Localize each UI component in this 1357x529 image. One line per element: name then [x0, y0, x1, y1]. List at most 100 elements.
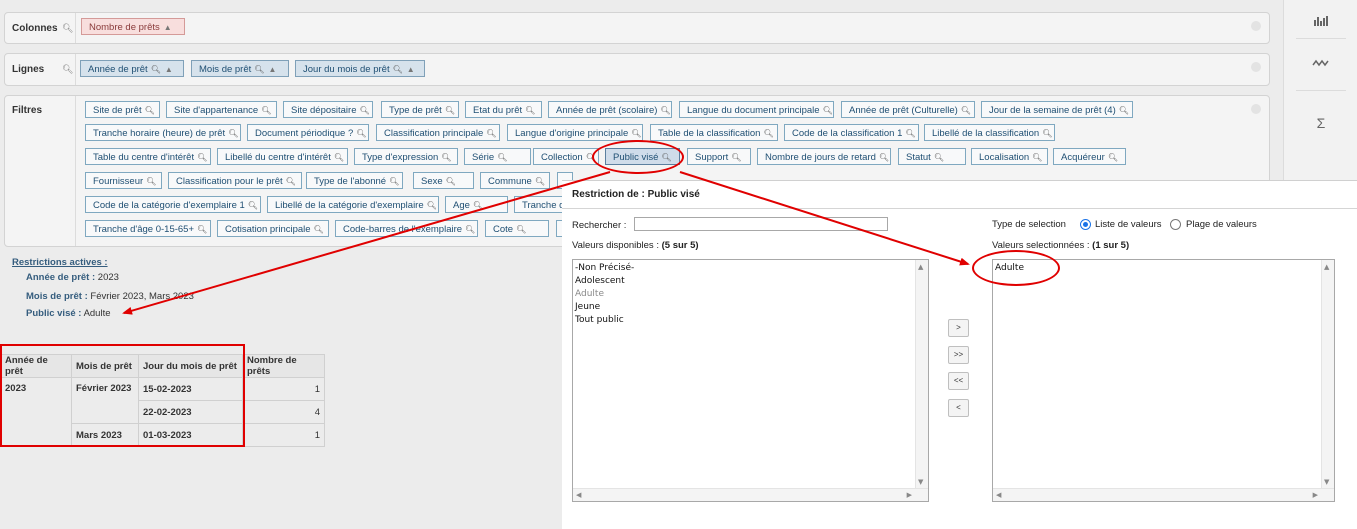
- filter-chip[interactable]: Classification principale 🔍︎: [376, 124, 500, 141]
- filter-chip[interactable]: Code de la classification 1 🔍︎: [784, 124, 919, 141]
- filter-chip[interactable]: Libellé du centre d'intérêt 🔍︎: [217, 148, 348, 165]
- filter-chip[interactable]: Libellé de la classification 🔍︎: [924, 124, 1055, 141]
- bar-chart-icon[interactable]: [1284, 14, 1357, 29]
- filter-chip[interactable]: Type de prêt 🔍︎: [381, 101, 459, 118]
- add-all-button[interactable]: >>: [948, 346, 969, 364]
- zoom-icon[interactable]: 🔍︎: [261, 106, 271, 115]
- zoom-icon[interactable]: 🔍︎: [314, 225, 324, 234]
- filter-chip[interactable]: Tranche d'âge 0-15-65+ 🔍︎: [85, 220, 211, 237]
- filter-chip[interactable]: Collection 🔍︎: [533, 148, 599, 165]
- scroll-left-icon[interactable]: ◀︎: [996, 491, 1001, 499]
- line-chart-icon[interactable]: [1284, 56, 1357, 71]
- zoom-icon[interactable]: 🔍︎: [905, 129, 915, 138]
- zoom-icon[interactable]: 🔍︎: [441, 153, 451, 162]
- scroll-right-icon[interactable]: ▶︎: [907, 491, 912, 499]
- zoom-icon[interactable]: 🔍︎: [197, 225, 207, 234]
- sort-icon[interactable]: ▲︎: [268, 65, 276, 74]
- remove-icon[interactable]: [1251, 62, 1261, 72]
- zoom-icon[interactable]: 🔍︎: [879, 153, 889, 162]
- list-item[interactable]: Adolescent: [573, 275, 928, 288]
- zoom-icon[interactable]: 🔍︎: [1032, 153, 1042, 162]
- filter-chip[interactable]: Langue d'origine principale 🔍︎: [507, 124, 643, 141]
- selected-values-list[interactable]: Adulte ▲︎ ▼︎ ◀︎ ▶︎: [992, 259, 1335, 502]
- filter-chip[interactable]: Document périodique ? 🔍︎: [247, 124, 369, 141]
- filter-chip[interactable]: Libellé de la catégorie d'exemplaire 🔍︎: [267, 196, 439, 213]
- search-icon[interactable]: 🔍︎: [62, 23, 73, 34]
- filter-chip[interactable]: Année de prêt (scolaire) 🔍︎: [548, 101, 672, 118]
- filter-chip[interactable]: Classification pour le prêt 🔍︎: [168, 172, 302, 189]
- zoom-icon[interactable]: 🔍︎: [146, 177, 156, 186]
- zoom-icon[interactable]: 🔍︎: [356, 129, 366, 138]
- scroll-up-icon[interactable]: ▲︎: [1324, 263, 1329, 271]
- remove-all-button[interactable]: <<: [948, 372, 969, 390]
- zoom-icon[interactable]: 🔍︎: [823, 106, 833, 115]
- filter-chip[interactable]: Type de l'abonné 🔍︎: [306, 172, 403, 189]
- zoom-icon[interactable]: 🔍︎: [254, 65, 264, 74]
- remove-icon[interactable]: [1251, 21, 1261, 31]
- radio-list-of-values[interactable]: [1080, 219, 1091, 230]
- zoom-icon[interactable]: 🔍︎: [248, 201, 258, 210]
- filter-chip[interactable]: Etat du prêt 🔍︎: [465, 101, 542, 118]
- vertical-scrollbar[interactable]: ▲︎ ▼︎: [1321, 260, 1334, 489]
- radio-list-label[interactable]: Liste de valeurs: [1095, 219, 1162, 230]
- filter-chip[interactable]: Code-barres de l'exemplaire 🔍︎: [335, 220, 478, 237]
- filter-chip[interactable]: Sexe 🔍︎: [413, 172, 474, 189]
- filter-chip[interactable]: Site d'appartenance 🔍︎: [166, 101, 277, 118]
- zoom-icon[interactable]: 🔍︎: [731, 153, 741, 162]
- zoom-icon[interactable]: 🔍︎: [393, 65, 403, 74]
- horizontal-scrollbar[interactable]: ◀︎ ▶︎: [573, 488, 928, 501]
- radio-value-range[interactable]: [1170, 219, 1181, 230]
- filter-chip[interactable]: Tranche d'🔍︎: [514, 196, 567, 213]
- zoom-icon[interactable]: 🔍︎: [473, 201, 483, 210]
- filter-chip[interactable]: Support 🔍︎: [687, 148, 751, 165]
- sort-icon[interactable]: ▲︎: [407, 65, 415, 74]
- zoom-icon[interactable]: 🔍︎: [1119, 106, 1129, 115]
- filter-chip[interactable]: Type d'expression 🔍︎: [354, 148, 458, 165]
- zoom-icon[interactable]: 🔍︎: [497, 153, 507, 162]
- remove-button[interactable]: <: [948, 399, 969, 417]
- available-values-list[interactable]: -Non Précisé- Adolescent Adulte Jeune To…: [572, 259, 929, 502]
- filter-chip[interactable]: Cotisation principale 🔍︎: [217, 220, 329, 237]
- zoom-icon[interactable]: 🔍︎: [525, 106, 535, 115]
- filter-chip[interactable]: Année de prêt (Culturelle) 🔍︎: [841, 101, 975, 118]
- filter-chip[interactable]: Table de la classification 🔍︎: [650, 124, 778, 141]
- scroll-left-icon[interactable]: ◀︎: [576, 491, 581, 499]
- zoom-icon[interactable]: 🔍︎: [961, 106, 971, 115]
- zoom-icon[interactable]: 🔍︎: [197, 153, 207, 162]
- search-input[interactable]: [634, 217, 888, 231]
- list-item[interactable]: Tout public: [573, 314, 928, 327]
- vertical-scrollbar[interactable]: ▲︎ ▼︎: [915, 260, 928, 489]
- zoom-icon[interactable]: 🔍︎: [1042, 129, 1052, 138]
- chip-nombre-de-prets[interactable]: Nombre de prêts ▲︎: [81, 18, 185, 35]
- zoom-icon[interactable]: 🔍︎: [228, 129, 238, 138]
- zoom-icon[interactable]: 🔍︎: [145, 106, 155, 115]
- filter-chip[interactable]: Table du centre d'intérêt 🔍︎: [85, 148, 211, 165]
- zoom-icon[interactable]: 🔍︎: [535, 177, 545, 186]
- zoom-icon[interactable]: 🔍︎: [427, 201, 437, 210]
- zoom-icon[interactable]: 🔍︎: [286, 177, 296, 186]
- zoom-icon[interactable]: 🔍︎: [465, 225, 475, 234]
- sum-icon[interactable]: Σ: [1284, 115, 1357, 131]
- filter-chip[interactable]: Cote 🔍︎: [485, 220, 549, 237]
- filter-chip[interactable]: Tranche horaire (heure) de prêt 🔍︎: [85, 124, 241, 141]
- horizontal-scrollbar[interactable]: ◀︎ ▶︎: [993, 488, 1334, 501]
- zoom-icon[interactable]: 🔍︎: [445, 106, 455, 115]
- zoom-icon[interactable]: 🔍︎: [334, 153, 344, 162]
- table-header[interactable]: Nombre de prêts: [242, 354, 325, 378]
- list-item[interactable]: -Non Précisé-: [573, 262, 928, 275]
- zoom-icon[interactable]: 🔍︎: [151, 65, 161, 74]
- zoom-icon[interactable]: 🔍︎: [446, 177, 456, 186]
- filter-chip[interactable]: Commune 🔍︎: [480, 172, 550, 189]
- chip-mois-de-pret[interactable]: Mois de prêt 🔍︎ ▲︎: [191, 60, 289, 77]
- scroll-right-icon[interactable]: ▶︎: [1313, 491, 1318, 499]
- zoom-icon[interactable]: 🔍︎: [516, 225, 526, 234]
- filter-chip[interactable]: Acquéreur 🔍︎: [1053, 148, 1126, 165]
- filter-chip[interactable]: Fournisseur 🔍︎: [85, 172, 162, 189]
- sort-icon[interactable]: ▲︎: [165, 65, 173, 74]
- radio-range-label[interactable]: Plage de valeurs: [1186, 219, 1257, 230]
- chip-jour-du-mois-de-pret[interactable]: Jour du mois de prêt 🔍︎ ▲︎: [295, 60, 425, 77]
- zoom-icon[interactable]: 🔍︎: [631, 129, 641, 138]
- filter-chip[interactable]: Code de la catégorie d'exemplaire 1 🔍︎: [85, 196, 261, 213]
- filter-chip[interactable]: Série 🔍︎: [464, 148, 531, 165]
- filter-chip[interactable]: Age 🔍︎: [445, 196, 508, 213]
